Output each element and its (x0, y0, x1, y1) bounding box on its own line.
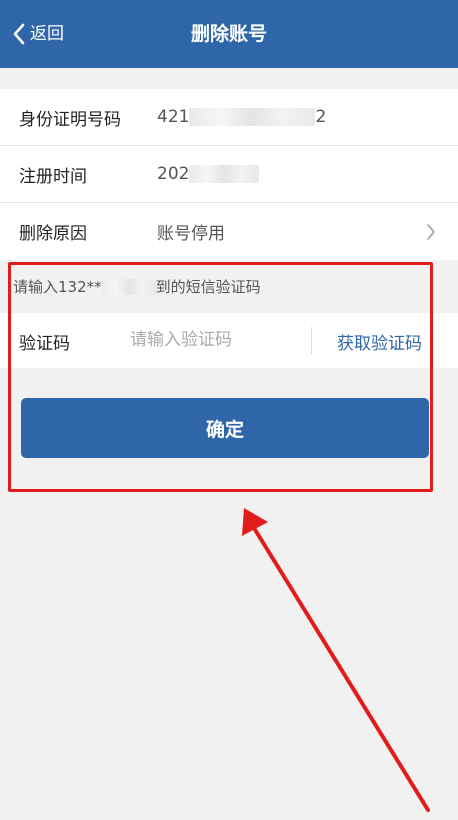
register-time-value: 202 (157, 164, 260, 184)
page-title: 删除账号 (190, 23, 267, 45)
delete-reason-label: 删除原因 (19, 224, 87, 244)
masked-segment (189, 165, 260, 183)
register-time-prefix: 202 (157, 164, 190, 184)
sms-hint-suffix: 到的短信验证码 (155, 278, 261, 296)
nav-bar: 返回 删除账号 (0, 0, 458, 68)
register-time-row: 注册时间 202 (0, 146, 458, 203)
sms-hint: 请输入132** 到的短信验证码 (13, 276, 261, 297)
id-number-row: 身份证明号码 421 2 (0, 89, 458, 146)
delete-reason-row[interactable]: 删除原因 账号停用 (0, 203, 458, 260)
delete-reason-value: 账号停用 (157, 224, 225, 244)
id-number-value: 421 2 (157, 107, 326, 127)
get-code-button[interactable]: 获取验证码 (337, 329, 422, 354)
id-number-label: 身份证明号码 (19, 109, 121, 130)
verification-code-input[interactable] (130, 327, 300, 353)
masked-segment (189, 108, 316, 126)
id-number-prefix: 421 (157, 107, 190, 127)
chevron-right-icon (427, 224, 435, 240)
masked-phone-segment (101, 278, 156, 295)
divider (311, 327, 312, 354)
confirm-button[interactable]: 确定 (21, 398, 429, 458)
verification-code-row: 验证码 获取验证码 (0, 313, 458, 368)
account-info-card: 身份证明号码 421 2 注册时间 202 删除原因 账号停用 (0, 89, 458, 260)
register-time-label: 注册时间 (19, 166, 87, 187)
verification-code-label: 验证码 (19, 334, 70, 354)
id-number-suffix: 2 (315, 107, 327, 127)
sms-hint-prefix: 请输入132** (13, 278, 102, 296)
